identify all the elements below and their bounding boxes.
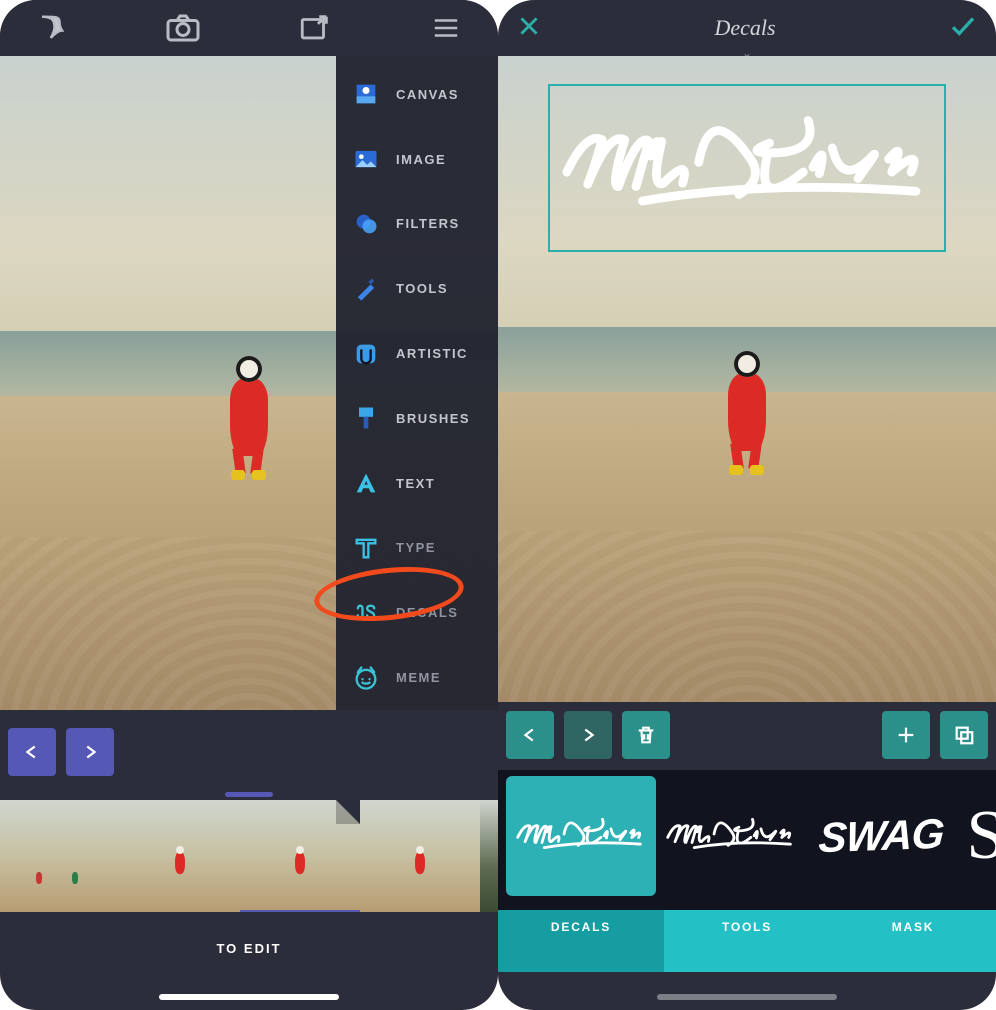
tab-decals[interactable]: DECALS	[498, 910, 664, 972]
menu-item-brushes[interactable]: BRUSHES	[336, 386, 498, 451]
selected-decal-wildfree[interactable]	[548, 84, 946, 252]
menu-label-image: IMAGE	[396, 152, 446, 167]
home-indicator[interactable]	[159, 994, 339, 1000]
menu-label-canvas: CANVAS	[396, 87, 459, 102]
right-phone-frame: Decals ⌄	[498, 0, 996, 1010]
menu-label-text: TEXT	[396, 476, 435, 491]
menu-label-tools: TOOLS	[396, 281, 448, 296]
decal-toolbar	[498, 702, 996, 768]
menu-item-artistic[interactable]: ARTISTIC	[336, 321, 498, 386]
menu-item-canvas[interactable]: CANVAS	[336, 62, 498, 127]
decal-tile-partial[interactable]: S	[956, 776, 996, 896]
undo-button[interactable]	[8, 728, 56, 776]
thumbnail-1[interactable]	[0, 800, 120, 912]
menu-item-filters[interactable]: FILTERS	[336, 192, 498, 257]
menu-icon[interactable]	[416, 13, 476, 43]
history-bar	[0, 710, 498, 794]
decal-tile-wildfree-teal[interactable]	[506, 776, 656, 896]
meme-icon	[350, 662, 382, 694]
canvas-icon	[350, 78, 382, 110]
to-edit-label: TO EDIT	[0, 926, 498, 970]
redo-button[interactable]	[564, 711, 612, 759]
wildfree-decal-glyph	[562, 103, 932, 233]
decal-tile-swag[interactable]: SWAG	[806, 776, 956, 896]
close-button[interactable]	[516, 13, 542, 44]
redo-button[interactable]	[66, 728, 114, 776]
tab-mask[interactable]: MASK	[830, 910, 996, 972]
artistic-icon	[350, 338, 382, 370]
logo-icon[interactable]	[22, 13, 82, 43]
photo-subject	[720, 351, 774, 471]
menu-label-filters: FILTERS	[396, 216, 460, 231]
menu-item-meme[interactable]: MEME	[336, 645, 498, 710]
menu-label-decals: DECALS	[396, 605, 458, 620]
thumbnail-4[interactable]	[360, 800, 480, 912]
duplicate-button[interactable]	[940, 711, 988, 759]
menu-item-text[interactable]: TEXT	[336, 451, 498, 516]
image-icon	[350, 143, 382, 175]
decals-icon	[350, 597, 382, 629]
delete-button[interactable]	[622, 711, 670, 759]
strip-handle[interactable]	[225, 792, 273, 797]
tab-tools[interactable]: TOOLS	[664, 910, 830, 972]
menu-label-meme: MEME	[396, 670, 441, 685]
decal-tile-wildfree-white[interactable]	[656, 776, 806, 896]
screen-title: Decals	[714, 15, 775, 41]
thumbnail-3-current[interactable]	[240, 800, 360, 912]
photo-subject	[222, 356, 276, 476]
brushes-icon	[350, 402, 382, 434]
bottom-tabs: DECALS TOOLS MASK	[498, 910, 996, 972]
confirm-button[interactable]	[948, 11, 978, 46]
menu-item-type[interactable]: TYPE	[336, 516, 498, 581]
menu-item-decals[interactable]: DECALS	[336, 580, 498, 645]
share-icon[interactable]	[285, 13, 345, 43]
decal-gallery[interactable]: SWAG S	[498, 770, 996, 912]
top-bar	[0, 0, 498, 56]
camera-icon[interactable]	[153, 13, 213, 43]
thumbnail-2[interactable]	[120, 800, 240, 912]
canvas-photo[interactable]	[498, 56, 996, 702]
menu-label-brushes: BRUSHES	[396, 411, 470, 426]
side-menu: CANVAS IMAGE FILTERS TOOLS ARTISTIC	[336, 56, 498, 710]
menu-label-artistic: ARTISTIC	[396, 346, 468, 361]
add-button[interactable]	[882, 711, 930, 759]
thumbnail-strip[interactable]	[0, 800, 498, 920]
thumbnail-5[interactable]	[480, 800, 498, 912]
menu-label-type: TYPE	[396, 540, 436, 555]
left-phone-frame: CANVAS IMAGE FILTERS TOOLS ARTISTIC	[0, 0, 498, 1010]
canvas-photo[interactable]: CANVAS IMAGE FILTERS TOOLS ARTISTIC	[0, 56, 498, 710]
undo-button[interactable]	[506, 711, 554, 759]
filters-icon	[350, 208, 382, 240]
decals-top-bar: Decals ⌄	[498, 0, 996, 56]
menu-item-tools[interactable]: TOOLS	[336, 256, 498, 321]
tools-icon	[350, 273, 382, 305]
menu-item-image[interactable]: IMAGE	[336, 127, 498, 192]
type-icon	[350, 532, 382, 564]
text-icon	[350, 467, 382, 499]
home-indicator[interactable]	[657, 994, 837, 1000]
